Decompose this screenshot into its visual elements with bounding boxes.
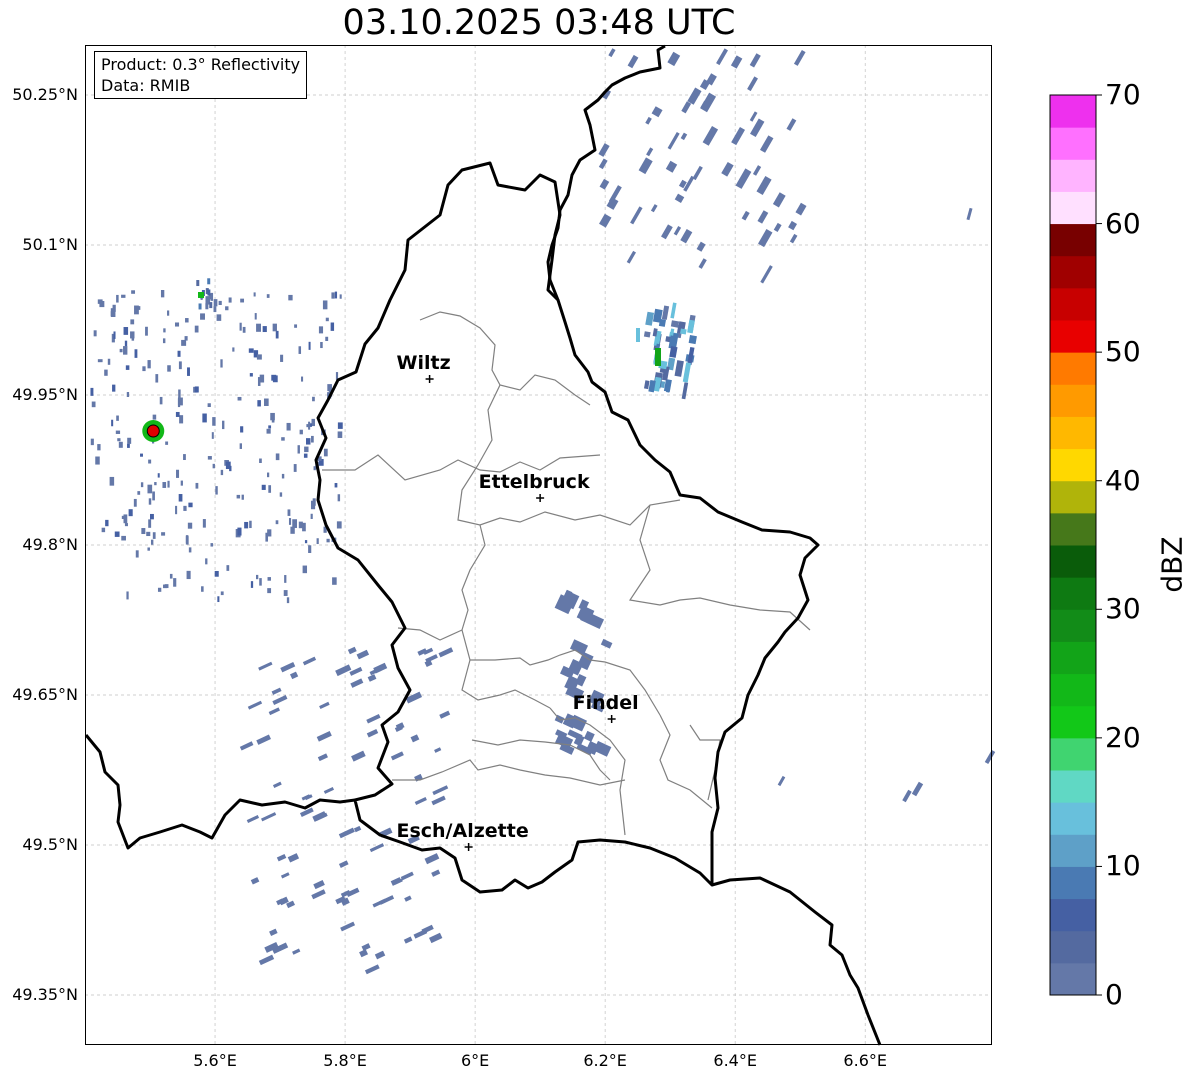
colorbar-segment bbox=[1050, 95, 1096, 128]
colorbar-segment bbox=[1050, 898, 1096, 932]
latitude-tick-label: 49.35°N bbox=[12, 985, 78, 1004]
radar-map-figure: 03.10.2025 03:48 UTC Product: 0.3° Refle… bbox=[0, 0, 1184, 1081]
longitude-tick-label: 6.2°E bbox=[583, 1051, 627, 1070]
colorbar-segment bbox=[1050, 480, 1096, 514]
colorbar-tick-label: 20 bbox=[1105, 720, 1141, 754]
colorbar-tick-label: 10 bbox=[1105, 849, 1141, 883]
colorbar-segment bbox=[1050, 962, 1096, 996]
colorbar-segment bbox=[1050, 320, 1096, 353]
colorbar-segment bbox=[1050, 255, 1096, 289]
colorbar-tick-label: 0 bbox=[1105, 978, 1123, 1011]
colorbar-segment bbox=[1050, 802, 1096, 835]
product-info-box: Product: 0.3° Reflectivity Data: RMIB bbox=[94, 51, 308, 99]
longitude-tick-label: 5.6°E bbox=[193, 1051, 237, 1070]
colorbar-tick-label: 30 bbox=[1105, 592, 1141, 626]
city-label: Wiltz bbox=[396, 352, 451, 374]
colorbar-segment bbox=[1050, 737, 1096, 771]
colorbar-segment bbox=[1050, 287, 1096, 321]
colorbar-tick-label: 60 bbox=[1105, 206, 1141, 240]
colorbar-segment bbox=[1050, 641, 1096, 675]
colorbar-segment bbox=[1050, 834, 1096, 867]
latitude-tick-label: 49.95°N bbox=[12, 385, 78, 404]
colorbar-segment bbox=[1050, 416, 1096, 450]
latitude-tick-label: 50.25°N bbox=[12, 85, 78, 104]
colorbar-tick-label: 40 bbox=[1105, 463, 1141, 497]
colorbar-segment bbox=[1050, 512, 1096, 546]
data-source-text: Data: RMIB bbox=[101, 76, 191, 95]
latitude-tick-label: 49.8°N bbox=[22, 535, 78, 554]
city-label: Ettelbruck bbox=[478, 471, 590, 493]
latitude-tick-label: 49.5°N bbox=[22, 835, 78, 854]
longitude-tick-label: 6.6°E bbox=[843, 1051, 887, 1070]
city-label: Esch/Alzette bbox=[396, 820, 529, 842]
product-text: Product: 0.3° Reflectivity bbox=[101, 55, 301, 74]
latitude-tick-label: 50.1°N bbox=[22, 235, 78, 254]
colorbar-segment bbox=[1050, 191, 1096, 225]
colorbar-segment bbox=[1050, 545, 1096, 578]
map-frame bbox=[85, 45, 992, 1045]
longitude-tick-label: 6°E bbox=[460, 1051, 490, 1070]
colorbar-segment bbox=[1050, 127, 1096, 160]
colorbar-segment bbox=[1050, 866, 1096, 900]
colorbar-segment bbox=[1050, 705, 1096, 739]
longitude-tick-label: 5.8°E bbox=[323, 1051, 367, 1070]
city-label: Findel bbox=[572, 692, 639, 714]
colorbar-segment bbox=[1050, 609, 1096, 642]
colorbar bbox=[1049, 94, 1102, 996]
colorbar-tick-label: 70 bbox=[1105, 78, 1141, 111]
longitude-tick-label: 6.4°E bbox=[713, 1051, 757, 1070]
colorbar-segment bbox=[1050, 384, 1096, 417]
colorbar-segment bbox=[1050, 673, 1096, 707]
colorbar-tick-label: 50 bbox=[1105, 335, 1141, 369]
colorbar-segment bbox=[1050, 577, 1096, 610]
latitude-tick-label: 49.65°N bbox=[12, 685, 78, 704]
colorbar-segment bbox=[1050, 770, 1096, 803]
colorbar-segment bbox=[1050, 352, 1096, 385]
colorbar-segment bbox=[1050, 448, 1096, 482]
colorbar-segment bbox=[1050, 930, 1096, 964]
colorbar-unit-label: dBZ bbox=[1155, 536, 1184, 593]
colorbar-segment bbox=[1050, 159, 1096, 192]
colorbar-segment bbox=[1050, 223, 1096, 257]
